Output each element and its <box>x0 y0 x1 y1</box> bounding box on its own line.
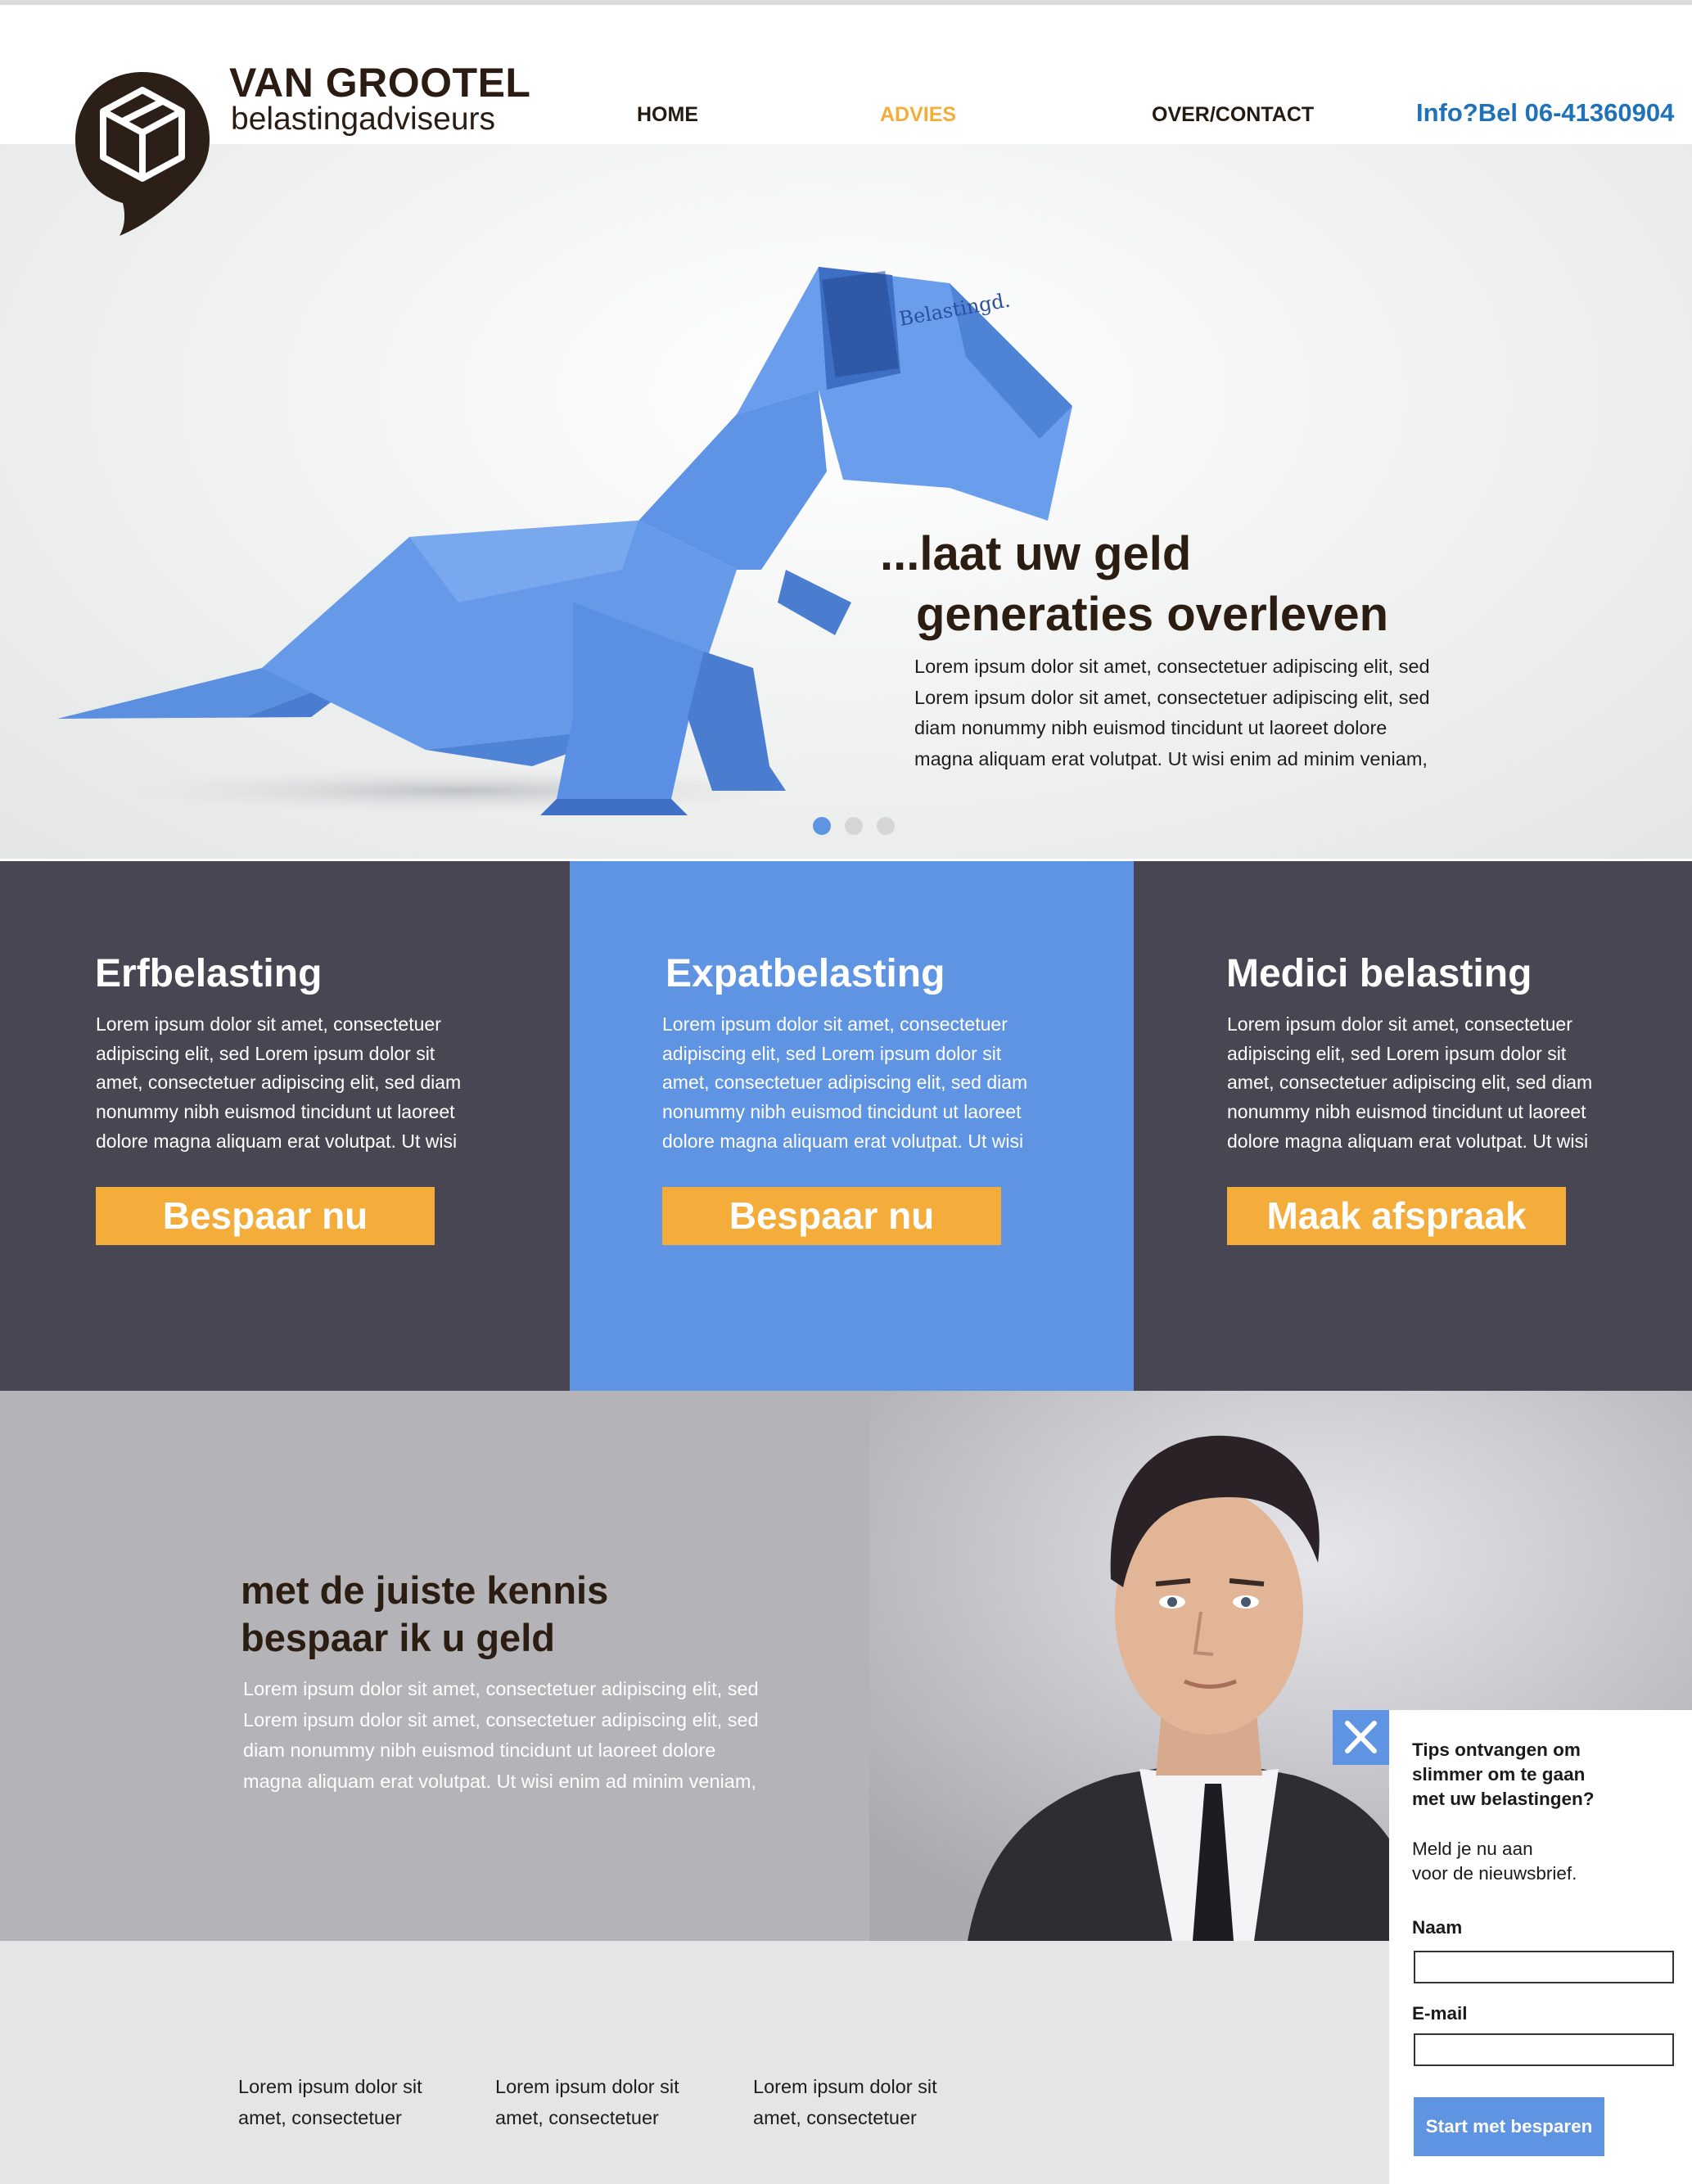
footer-text-line: Lorem ipsum dolor sit <box>753 2076 937 2097</box>
bespaar-nu-button[interactable]: Bespaar nu <box>662 1187 1001 1245</box>
service-title: Expatbelasting <box>666 952 945 995</box>
footer-column: Lorem ipsum dolor sit amet, consectetuer <box>753 2072 937 2133</box>
slider-dot-3[interactable] <box>877 817 895 835</box>
maak-afspraak-button[interactable]: Maak afspraak <box>1227 1187 1566 1245</box>
hero-body-line: Lorem ipsum dolor sit amet, consectetuer… <box>914 656 1430 677</box>
service-card-expatbelasting: Expatbelasting Lorem ipsum dolor sit ame… <box>570 861 1134 1391</box>
about-body-line: magna aliquam erat volutpat. Ut wisi eni… <box>243 1770 756 1792</box>
about-heading: met de juiste kennis bespaar ik u geld <box>241 1567 608 1662</box>
start-met-besparen-button[interactable]: Start met besparen <box>1414 2097 1604 2156</box>
nav-over-contact[interactable]: OVER/CONTACT <box>1152 103 1314 127</box>
service-text-line: amet, consectetuer adipiscing elit, sed … <box>1227 1072 1593 1094</box>
about-body-line: Lorem ipsum dolor sit amet, consectetuer… <box>243 1708 759 1731</box>
phone-contact[interactable]: Info?Bel 06-41360904 <box>1416 98 1674 128</box>
brand-subtitle: belastingadviseurs <box>231 102 496 137</box>
newsletter-title-line: Tips ontvangen om <box>1412 1740 1581 1760</box>
site-header: VAN GROOTEL belastingadviseurs HOME ADVI… <box>0 5 1692 144</box>
service-title: Medici belasting <box>1226 952 1532 995</box>
service-text-line: nonummy nibh euismod tincidunt ut laoree… <box>662 1101 1022 1123</box>
slider-dot-2[interactable] <box>845 817 863 835</box>
newsletter-subtitle-line: Meld je nu aan <box>1412 1839 1533 1859</box>
service-text-line: dolore magna aliquam erat volutpat. Ut w… <box>96 1130 458 1152</box>
brand-name: VAN GROOTEL <box>229 60 531 106</box>
service-text-line: adipiscing elit, sed Lorem ipsum dolor s… <box>1227 1042 1567 1064</box>
service-text-line: nonummy nibh euismod tincidunt ut laoree… <box>96 1101 455 1123</box>
about-body-text: Lorem ipsum dolor sit amet, consectetuer… <box>243 1674 767 1797</box>
service-text: Lorem ipsum dolor sit amet, consectetuer… <box>662 1010 1088 1157</box>
service-text-line: dolore magna aliquam erat volutpat. Ut w… <box>662 1130 1024 1152</box>
service-title: Erfbelasting <box>95 952 323 995</box>
hero-heading-line1: ...laat uw geld <box>880 527 1192 580</box>
service-text-line: dolore magna aliquam erat volutpat. Ut w… <box>1227 1130 1589 1152</box>
name-input[interactable] <box>1414 1951 1674 1983</box>
name-label: Naam <box>1412 1917 1463 1938</box>
newsletter-title-line: met uw belastingen? <box>1412 1789 1595 1809</box>
hero-body-line: Lorem ipsum dolor sit amet, consectetuer… <box>914 686 1430 708</box>
service-card-medici-belasting: Medici belasting Lorem ipsum dolor sit a… <box>1134 861 1692 1391</box>
service-text: Lorem ipsum dolor sit amet, consectetuer… <box>96 1010 521 1157</box>
logo-cube-icon[interactable] <box>72 67 213 239</box>
newsletter-subtitle-line: voor de nieuwsbrief. <box>1412 1863 1577 1884</box>
services-section: Erfbelasting Lorem ipsum dolor sit amet,… <box>0 861 1692 1391</box>
email-label: E-mail <box>1412 2003 1468 2024</box>
service-card-erfbelasting: Erfbelasting Lorem ipsum dolor sit amet,… <box>0 861 570 1391</box>
service-text-line: amet, consectetuer adipiscing elit, sed … <box>662 1072 1028 1094</box>
footer-text-line: amet, consectetuer <box>238 2106 402 2128</box>
hero-banner: Belastingd. ...laat uw geld generaties o… <box>0 144 1692 859</box>
about-body-line: Lorem ipsum dolor sit amet, consectetuer… <box>243 1678 759 1699</box>
newsletter-subtitle: Meld je nu aan voor de nieuwsbrief. <box>1412 1837 1577 1886</box>
about-heading-line2: bespaar ik u geld <box>241 1616 555 1659</box>
close-icon <box>1345 1721 1377 1753</box>
hero-heading-line2: generaties overleven <box>916 588 1389 641</box>
service-text-line: adipiscing elit, sed Lorem ipsum dolor s… <box>96 1042 435 1064</box>
service-text-line: Lorem ipsum dolor sit amet, consectetuer <box>96 1013 441 1035</box>
hero-body-line: magna aliquam erat volutpat. Ut wisi eni… <box>914 747 1428 769</box>
hero-heading: ...laat uw geld generaties overleven <box>880 524 1388 645</box>
nav-advies[interactable]: ADVIES <box>880 103 956 127</box>
close-button[interactable] <box>1333 1710 1389 1765</box>
service-text-line: Lorem ipsum dolor sit amet, consectetuer <box>1227 1013 1572 1035</box>
bespaar-nu-button[interactable]: Bespaar nu <box>96 1187 435 1245</box>
footer-column: Lorem ipsum dolor sit amet, consectetuer <box>238 2072 422 2133</box>
email-input[interactable] <box>1414 2033 1674 2066</box>
service-text-line: adipiscing elit, sed Lorem ipsum dolor s… <box>662 1042 1002 1064</box>
service-text-line: amet, consectetuer adipiscing elit, sed … <box>96 1072 462 1094</box>
slider-dot-1[interactable] <box>813 817 831 835</box>
newsletter-popup: Tips ontvangen om slimmer om te gaan met… <box>1389 1710 1692 2184</box>
nav-home[interactable]: HOME <box>637 103 698 127</box>
about-body-line: diam nonummy nibh euismod tincidunt ut l… <box>243 1740 716 1761</box>
newsletter-title: Tips ontvangen om slimmer om te gaan met… <box>1412 1738 1595 1812</box>
service-text: Lorem ipsum dolor sit amet, consectetuer… <box>1227 1010 1653 1157</box>
footer-text-line: amet, consectetuer <box>495 2106 659 2128</box>
footer-text-line: amet, consectetuer <box>753 2106 917 2128</box>
footer-text-line: Lorem ipsum dolor sit <box>238 2076 422 2097</box>
slider-dots <box>813 817 895 837</box>
footer-text-line: Lorem ipsum dolor sit <box>495 2076 679 2097</box>
hero-body-line: diam nonummy nibh euismod tincidunt ut l… <box>914 717 1387 738</box>
about-heading-line1: met de juiste kennis <box>241 1568 609 1612</box>
hero-body-text: Lorem ipsum dolor sit amet, consectetuer… <box>914 652 1455 774</box>
service-text-line: nonummy nibh euismod tincidunt ut laoree… <box>1227 1101 1586 1123</box>
service-text-line: Lorem ipsum dolor sit amet, consectetuer <box>662 1013 1008 1035</box>
footer-column: Lorem ipsum dolor sit amet, consectetuer <box>495 2072 679 2133</box>
newsletter-title-line: slimmer om te gaan <box>1412 1764 1586 1785</box>
